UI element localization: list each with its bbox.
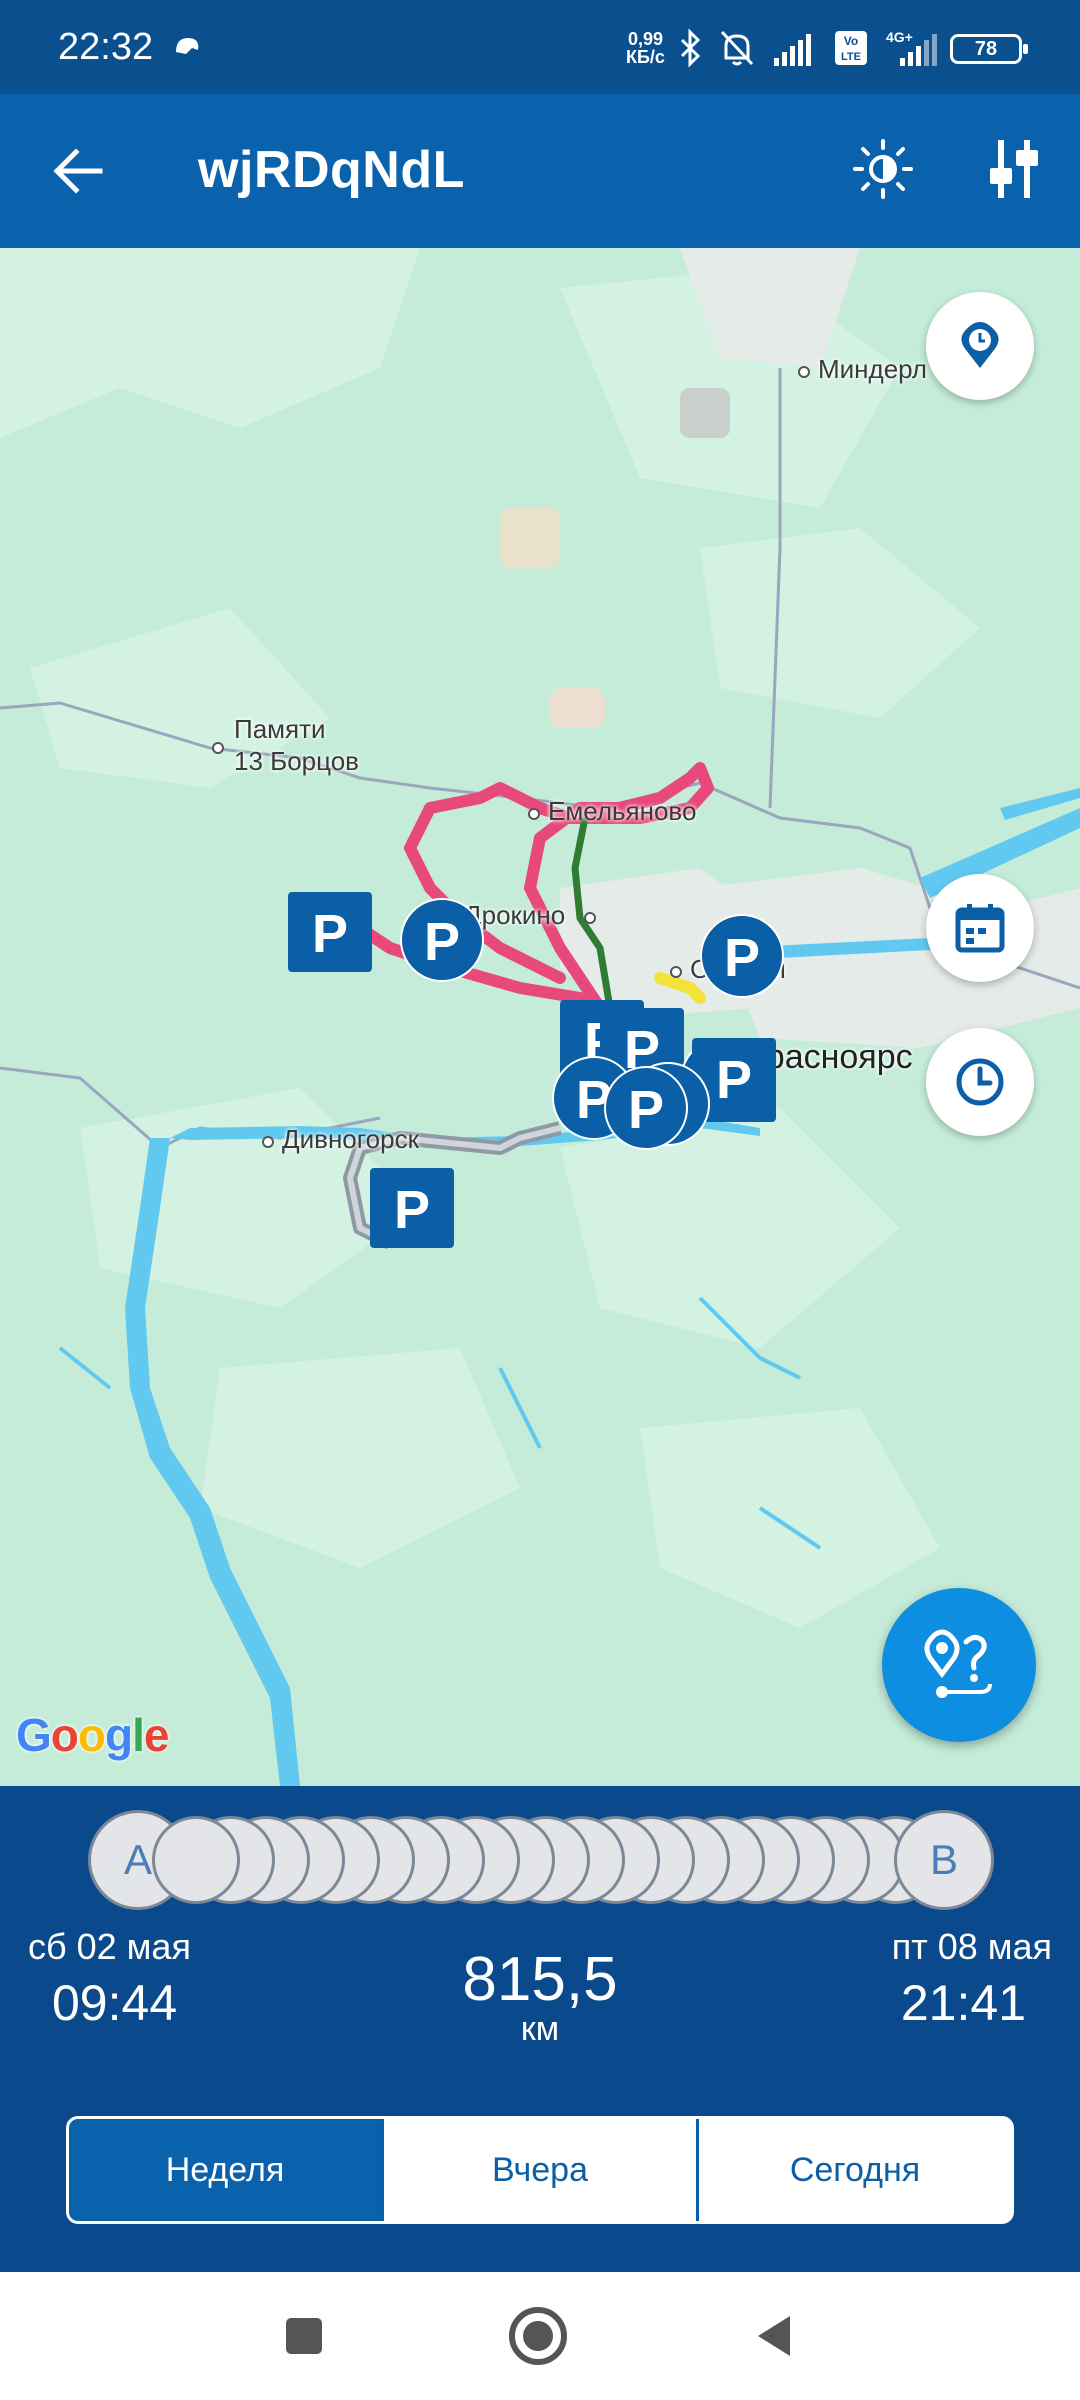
city-label-emelyanovo: Емельяново <box>548 796 697 826</box>
tab-yesterday[interactable]: Вчера <box>384 2119 699 2221</box>
signal-icon <box>774 34 811 66</box>
network-speed-unit: КБ/с <box>626 47 665 67</box>
system-nav-bar <box>0 2272 1080 2400</box>
trip-timeline[interactable]: A B <box>88 1810 994 1910</box>
square-icon[interactable] <box>272 2304 336 2368</box>
svg-text:LTE: LTE <box>841 51 861 63</box>
tab-today[interactable]: Сегодня <box>699 2119 1011 2221</box>
parking-marker[interactable]: P <box>370 1168 454 1248</box>
network-speed-value: 0,99 <box>627 29 663 49</box>
city-dot <box>262 1136 274 1148</box>
volte-icon: Vo LTE <box>835 31 867 65</box>
map-terrain <box>0 248 1080 1786</box>
city-dot <box>584 912 596 924</box>
calendar-button[interactable] <box>926 874 1034 982</box>
circle-icon[interactable] <box>506 2304 570 2368</box>
google-logo: Google <box>16 1709 169 1761</box>
parking-marker[interactable]: P <box>604 1066 688 1150</box>
city-dot <box>212 742 224 754</box>
end-marker[interactable]: B <box>894 1810 994 1910</box>
end-time: 21:41 <box>900 1975 1026 2031</box>
location-pin-icon <box>961 322 999 368</box>
bluetooth-icon <box>680 28 701 68</box>
city-label-minderla: Миндерл <box>818 354 927 384</box>
page-title: wjRDqNdL <box>198 141 465 199</box>
tab-week[interactable]: Неделя <box>69 2119 384 2221</box>
timeline-stop[interactable] <box>152 1816 240 1904</box>
city-label-divnogorsk: Дивногорск <box>282 1124 419 1154</box>
parking-marker[interactable]: P <box>400 898 484 982</box>
svg-text:4G+: 4G+ <box>886 29 913 45</box>
city-label-pamyati: Памяти <box>234 714 326 744</box>
city-dot <box>798 366 810 378</box>
city-dot <box>670 966 682 978</box>
mute-bell-icon <box>720 30 754 66</box>
status-icons: Vo LTE 4G+ <box>678 24 944 72</box>
svg-text:Vo: Vo <box>844 34 858 48</box>
signal-4g-icon: 4G+ <box>886 29 937 66</box>
period-selector: Неделя Вчера Сегодня <box>66 2116 1014 2224</box>
city-label-borcov: 13 Борцов <box>234 746 359 776</box>
app-bar: wjRDqNdL <box>0 94 1080 248</box>
city-dot <box>528 808 540 820</box>
brightness-icon[interactable] <box>852 138 914 200</box>
end-date: пт 08 мая <box>891 1926 1052 1967</box>
notification-icon <box>176 38 199 54</box>
clock-icon <box>956 1058 1004 1106</box>
map-view[interactable]: Миндерл Памяти 13 Борцов Емельяново Дрок… <box>0 248 1080 1786</box>
arrow-left-icon[interactable] <box>50 144 104 198</box>
triangle-back-icon[interactable] <box>742 2304 806 2368</box>
parking-marker[interactable]: P <box>700 914 784 998</box>
trip-panel: A B сб 02 мая 09:44 815,5 км пт 08 мая 2… <box>0 1786 1080 2272</box>
route-button[interactable] <box>882 1588 1036 1742</box>
network-speed: 0,99 КБ/с <box>626 30 665 66</box>
battery-indicator: 78 <box>950 34 1028 64</box>
status-time: 22:32 <box>58 26 154 68</box>
parking-marker[interactable]: P <box>288 892 372 972</box>
time-button[interactable] <box>926 1028 1034 1136</box>
route-icon <box>924 1629 992 1698</box>
sliders-icon[interactable] <box>986 138 1042 200</box>
location-button[interactable] <box>926 292 1034 400</box>
calendar-icon <box>955 904 1005 953</box>
status-bar: 22:32 0,99 КБ/с Vo LTE 4G+ 78 <box>0 0 1080 94</box>
